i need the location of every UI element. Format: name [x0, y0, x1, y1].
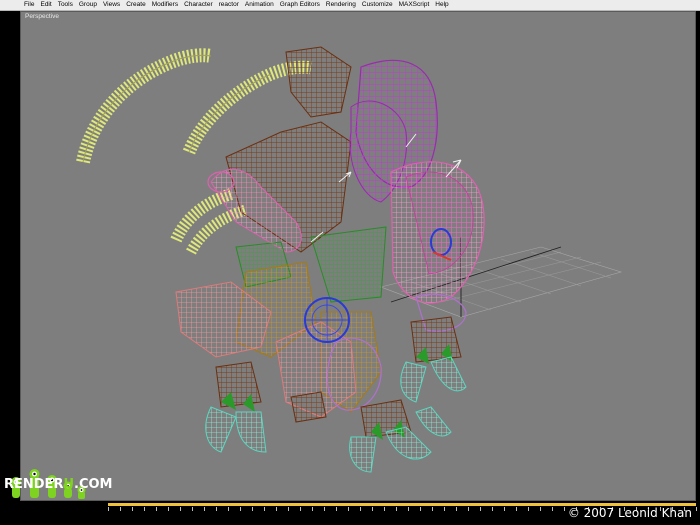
menu-bar: File Edit Tools Group Views Create Modif… [0, 0, 700, 11]
transform-gizmo[interactable] [304, 297, 350, 343]
timeline-tick [432, 507, 433, 511]
brand-suffix: .COM [74, 477, 113, 492]
timeline-tick [696, 507, 697, 511]
timeline-tick [252, 507, 253, 511]
menu-maxscript[interactable]: MAXScript [396, 0, 433, 10]
timeline-tick [372, 507, 373, 511]
menu-group[interactable]: Group [76, 0, 100, 10]
timeline-tick [168, 507, 169, 511]
renderu-logo-mascots [11, 469, 86, 499]
menu-modifiers[interactable]: Modifiers [149, 0, 181, 10]
timeline-tick [480, 507, 481, 511]
menu-animation[interactable]: Animation [242, 0, 277, 10]
timeline-tick [120, 507, 121, 511]
timeline-tick [516, 507, 517, 511]
perspective-viewport[interactable]: Perspective [20, 11, 696, 501]
timeline-tick [408, 507, 409, 511]
timeline-tick [192, 507, 193, 511]
timeline-tick [396, 507, 397, 511]
menu-tools[interactable]: Tools [55, 0, 76, 10]
wireframe-creature-model[interactable] [21, 12, 696, 501]
menu-rendering[interactable]: Rendering [323, 0, 359, 10]
timeline-tick [144, 507, 145, 511]
menu-edit[interactable]: Edit [37, 0, 54, 10]
timeline-tick [528, 507, 529, 511]
timeline-tick [336, 507, 337, 511]
timeline-tick [216, 507, 217, 511]
timeline-tick [552, 507, 553, 511]
menu-graph-editors[interactable]: Graph Editors [277, 0, 323, 10]
menu-reactor[interactable]: reactor [216, 0, 242, 10]
timeline-tick [288, 507, 289, 511]
brand-accent: U [63, 477, 75, 492]
timeline-tick [348, 507, 349, 511]
menu-help[interactable]: Help [432, 0, 451, 10]
timeline-tick [324, 507, 325, 511]
brand-prefix: RENDER [4, 477, 64, 492]
timeline-tick [444, 507, 445, 511]
timeline-tick [264, 507, 265, 511]
timeline-tick [156, 507, 157, 511]
timeline-tick [360, 507, 361, 511]
menu-file[interactable]: File [0, 0, 37, 10]
menu-character[interactable]: Character [181, 0, 216, 10]
menu-create[interactable]: Create [123, 0, 149, 10]
timeline-tick [300, 507, 301, 511]
menu-views[interactable]: Views [100, 0, 123, 10]
timeline-tick [180, 507, 181, 511]
timeline-tick [468, 507, 469, 511]
viewport-label[interactable]: Perspective [25, 13, 59, 20]
copyright-text: © 2007 Leonid Khan [567, 506, 692, 520]
timeline-tick [540, 507, 541, 511]
right-border-strip [696, 11, 700, 501]
timeline-tick [492, 507, 493, 511]
timeline-tick [504, 507, 505, 511]
pink-head [390, 161, 485, 304]
timeline-tick [240, 507, 241, 511]
left-toolbar-strip [0, 11, 20, 501]
timeline-tick [228, 507, 229, 511]
timeline-tick [384, 507, 385, 511]
timeline-tick [564, 507, 565, 511]
timeline-tick [276, 507, 277, 511]
timeline-tick [420, 507, 421, 511]
timeline-tick [132, 507, 133, 511]
timeline-tick [204, 507, 205, 511]
menu-customize[interactable]: Customize [359, 0, 396, 10]
timeline-tick [456, 507, 457, 511]
renderu-logo-text: RENDERU.COM [4, 477, 112, 492]
timeline-tick [312, 507, 313, 511]
